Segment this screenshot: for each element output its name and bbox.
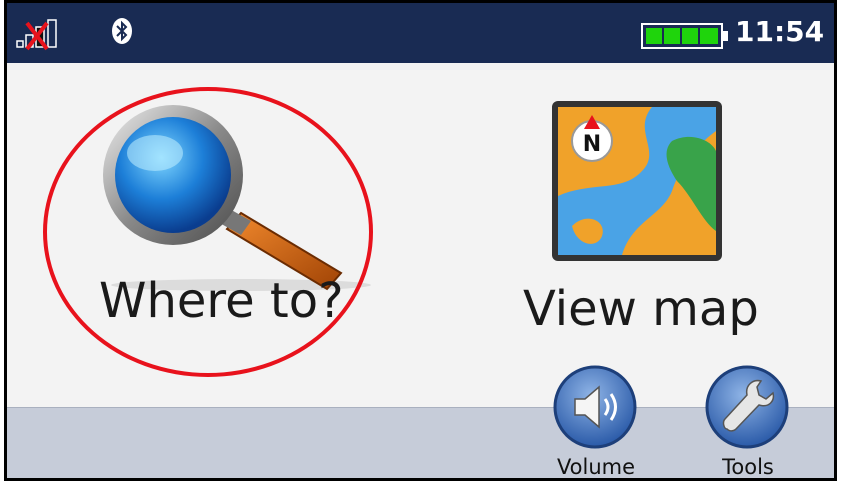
wrench-icon <box>705 365 789 449</box>
view-map-label: View map <box>523 281 759 337</box>
clock-time: 11:54 <box>735 15 825 48</box>
map-icon: N <box>552 101 722 261</box>
status-bar: 11:54 <box>7 3 834 63</box>
svg-text:N: N <box>583 132 601 157</box>
no-signal-icon <box>16 19 57 51</box>
where-to-label: Where to? <box>99 273 344 329</box>
where-to-button[interactable]: Where to? <box>67 83 387 343</box>
tools-button[interactable]: Tools <box>693 363 803 479</box>
tools-label: Tools <box>722 455 774 479</box>
battery-full-icon <box>641 23 728 49</box>
volume-button[interactable]: Volume <box>541 363 651 479</box>
main-menu: Where to? N View map <box>7 63 834 407</box>
bluetooth-icon <box>112 18 132 44</box>
view-map-button[interactable]: N View map <box>507 83 787 353</box>
volume-label: Volume <box>556 455 636 479</box>
device-screen: 11:54 Where to? N View map Volume Tools <box>4 0 837 481</box>
magnifier-icon <box>103 105 371 291</box>
speaker-icon <box>553 365 637 449</box>
